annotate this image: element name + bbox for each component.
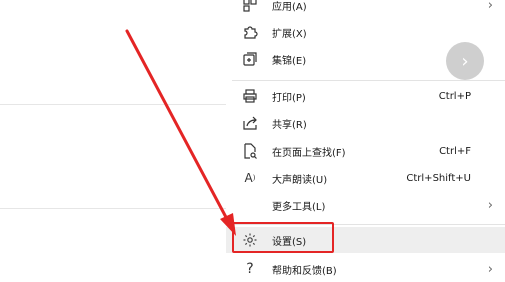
menu-item-label: 在页面上查找(F) bbox=[272, 147, 346, 159]
shortcut-text: Ctrl+Shift+U bbox=[406, 172, 471, 184]
forward-button[interactable]: › bbox=[446, 42, 484, 80]
menu-separator bbox=[232, 80, 505, 81]
menu-item-find-on-page[interactable]: 在页面上查找(F) Ctrl+F bbox=[226, 138, 505, 164]
divider bbox=[0, 104, 226, 105]
chevron-right-icon: › bbox=[487, 261, 493, 277]
find-in-page-icon bbox=[242, 143, 258, 159]
menu-item-label: 更多工具(L) bbox=[272, 201, 326, 213]
menu-item-print[interactable]: 打印(P) Ctrl+P bbox=[226, 83, 505, 109]
collections-icon bbox=[242, 51, 258, 67]
menu-item-label: 共享(R) bbox=[272, 119, 307, 131]
shortcut-text: Ctrl+P bbox=[438, 90, 471, 102]
menu-item-label: 扩展(X) bbox=[272, 28, 307, 40]
printer-icon bbox=[242, 88, 258, 104]
menu-item-apps[interactable]: 应用(A) › bbox=[226, 0, 505, 18]
menu-item-label: 集锦(E) bbox=[272, 55, 307, 67]
menu-item-label: 大声朗读(U) bbox=[272, 174, 328, 186]
help-icon: ? bbox=[246, 261, 254, 277]
chevron-right-icon: › bbox=[461, 50, 469, 72]
share-icon bbox=[242, 115, 258, 131]
menu-item-read-aloud[interactable]: A) 大声朗读(U) Ctrl+Shift+U bbox=[226, 165, 505, 191]
read-aloud-icon: A) bbox=[244, 171, 256, 185]
menu-item-label: 打印(P) bbox=[272, 92, 306, 104]
shortcut-text: Ctrl+F bbox=[439, 145, 471, 157]
page-background bbox=[0, 0, 226, 279]
chevron-right-icon: › bbox=[487, 0, 493, 13]
menu-item-share[interactable]: 共享(R) bbox=[226, 110, 505, 136]
menu-item-label: 应用(A) bbox=[272, 1, 307, 13]
chevron-right-icon: › bbox=[487, 197, 493, 213]
annotation-highlight-box bbox=[232, 222, 334, 253]
menu-item-more-tools[interactable]: 更多工具(L) › bbox=[226, 192, 505, 218]
menu-item-help-feedback[interactable]: ? 帮助和反馈(B) › bbox=[226, 256, 505, 282]
menu-item-label: 帮助和反馈(B) bbox=[272, 265, 337, 277]
puzzle-icon bbox=[242, 24, 258, 40]
apps-icon bbox=[242, 0, 258, 13]
divider bbox=[0, 208, 226, 209]
